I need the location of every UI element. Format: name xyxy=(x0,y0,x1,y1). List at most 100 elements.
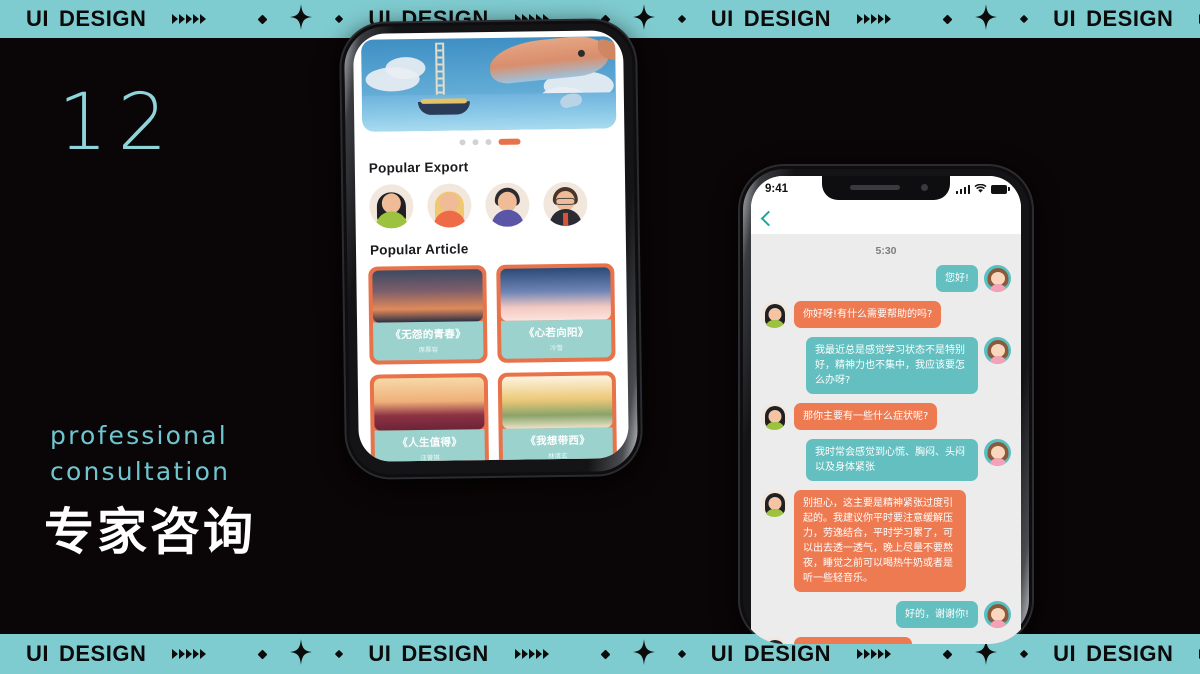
carousel-dot[interactable] xyxy=(471,139,479,146)
chat-bubble[interactable]: 那你主要有一些什么症状呢? xyxy=(794,403,938,430)
slide-canvas: UI DESIGN UI DESIGN UI DESIGN UI DESIGN 12 prof… xyxy=(0,0,1200,674)
article-meta: 《人生值得》 汪曾祺 xyxy=(374,429,486,462)
chat-message: 那你主要有一些什么症状呢? xyxy=(761,403,1011,430)
phone-mockup-chat: 9:41 5:30 您好! 你好呀!有什么需要帮助的吗? 我最近总是感觉学习状态… xyxy=(740,166,1032,644)
boat-icon xyxy=(417,101,471,116)
section-title-popular-export: Popular Export xyxy=(368,159,469,176)
phone-screen-chat: 9:41 5:30 您好! 你好呀!有什么需要帮助的吗? 我最近总是感觉学习状态… xyxy=(751,176,1021,644)
chat-navbar xyxy=(751,202,1021,234)
chat-bubble[interactable]: 我最近总是感觉学习状态不是特别好，精神力也不集中，我应该要怎么办呀? xyxy=(806,337,978,394)
sparkle-star-icon xyxy=(975,3,998,35)
article-card[interactable]: 《无怨的青春》席慕容 xyxy=(368,265,488,365)
chat-avatar-expert xyxy=(761,301,788,328)
banner-unit: UI DESIGN xyxy=(0,638,344,670)
article-author: 席慕容 xyxy=(418,346,439,355)
article-title: 《人生值得》 xyxy=(397,436,463,450)
banner-text: UI DESIGN xyxy=(368,641,489,666)
arrows-icon xyxy=(857,649,892,659)
subtitle-block: professional consultation xyxy=(50,418,230,490)
chat-message: 我最近总是感觉学习状态不是特别好，精神力也不集中，我应该要怎么办呀? xyxy=(761,337,1011,394)
banner-text: UI DESIGN xyxy=(1053,6,1174,31)
article-thumbnail xyxy=(373,377,485,431)
article-meta: 《我想带西》 林清玄 xyxy=(502,427,614,462)
chat-bubble[interactable]: 别担心，这主要是精神紧张过度引起的。我建议你平时要注意缓解压力，劳逸结合，平时学… xyxy=(794,490,966,592)
hero-banner-image[interactable] xyxy=(361,36,617,132)
diamond-icon xyxy=(257,649,268,659)
sparkle-star-icon xyxy=(290,638,313,670)
banner-text: UI DESIGN xyxy=(26,6,147,31)
article-meta: 《心若向阳》 冷雪 xyxy=(501,319,612,359)
chat-message: 别担心，这主要是精神紧张过度引起的。我建议你平时要注意缓解压力，劳逸结合，平时学… xyxy=(761,490,1011,592)
phone-mockup-home: Popular Export Popular Article 《无怨的青春》席慕… xyxy=(340,19,642,479)
chat-avatar-user xyxy=(984,337,1011,364)
chat-avatar-expert xyxy=(761,403,788,430)
banner-text: UI DESIGN xyxy=(26,641,147,666)
carousel-dot[interactable] xyxy=(484,138,492,146)
expert-avatar-4[interactable] xyxy=(543,181,588,227)
arrows-icon xyxy=(857,14,892,24)
phone-screen-home: Popular Export Popular Article 《无怨的青春》席慕… xyxy=(352,30,629,462)
chat-bubble[interactable]: 你好呀!有什么需要帮助的吗? xyxy=(794,301,942,328)
article-card[interactable]: 《我想带西》 林清玄 xyxy=(497,371,618,462)
status-indicators xyxy=(955,184,1010,194)
banner-unit: UI DESIGN xyxy=(342,638,686,670)
chat-message: 您好! xyxy=(761,265,1011,292)
section-title-popular-article: Popular Article xyxy=(369,241,469,258)
chat-message: 不用谢，能帮到你就好 xyxy=(761,637,1011,644)
article-card[interactable]: 《人生值得》 汪曾祺 xyxy=(369,373,490,462)
carousel-dot[interactable] xyxy=(458,139,466,146)
expert-avatar-3[interactable] xyxy=(485,182,530,228)
article-author: 林清玄 xyxy=(548,452,568,461)
front-camera-icon xyxy=(921,184,928,191)
banner-text: UI DESIGN xyxy=(710,6,832,31)
sparkle-star-icon xyxy=(632,3,655,35)
chat-bubble[interactable]: 我时常会感觉到心慌、胸闷、头闷以及身体紧张 xyxy=(806,439,978,481)
banner-unit: UI DESIGN xyxy=(1027,4,1200,35)
sparkle-star-icon xyxy=(290,3,313,35)
status-time: 9:41 xyxy=(765,183,789,195)
carousel-dot[interactable] xyxy=(497,138,521,145)
banner-unit: UI DESIGN xyxy=(1027,639,1200,670)
article-author: 冷雪 xyxy=(549,345,563,353)
chat-thread[interactable]: 5:30 您好! 你好呀!有什么需要帮助的吗? 我最近总是感觉学习状态不是特别好，精… xyxy=(751,234,1021,644)
article-thumbnail xyxy=(500,267,611,321)
article-card[interactable]: 《心若向阳》 冷雪 xyxy=(496,263,616,363)
carousel-dots[interactable] xyxy=(354,137,624,147)
article-thumbnail xyxy=(501,375,613,429)
chat-avatar-user xyxy=(984,601,1011,628)
device-notch xyxy=(822,176,950,200)
chat-bubble[interactable]: 好的，谢谢你! xyxy=(895,601,978,628)
article-thumbnail xyxy=(372,269,484,323)
diamond-icon xyxy=(600,649,611,659)
subtitle-line-2: consultation xyxy=(50,457,231,486)
article-title: 《无怨的青春》 xyxy=(390,328,467,342)
expert-avatar-list xyxy=(369,181,626,229)
chat-bubble[interactable]: 您好! xyxy=(935,265,978,292)
article-title: 《心若向阳》 xyxy=(523,326,589,340)
chat-avatar-expert xyxy=(761,490,788,517)
back-chevron-icon[interactable] xyxy=(760,210,777,226)
expert-avatar-2[interactable] xyxy=(427,183,472,228)
chat-message: 我时常会感觉到心慌、胸闷、头闷以及身体紧张 xyxy=(761,439,1011,481)
page-title: 专家咨询 xyxy=(44,503,256,561)
chat-message: 你好呀!有什么需要帮助的吗? xyxy=(761,301,1011,328)
arrows-icon xyxy=(172,649,207,659)
chat-bubble[interactable]: 不用谢，能帮到你就好 xyxy=(794,637,912,644)
banner-unit: UI DESIGN xyxy=(685,3,1029,35)
banner-text: UI DESIGN xyxy=(710,641,832,666)
speaker-icon xyxy=(850,185,900,190)
chat-avatar-expert xyxy=(761,637,788,644)
arrows-icon xyxy=(514,649,550,659)
sparkle-star-icon xyxy=(632,638,655,670)
diamond-icon xyxy=(257,14,268,24)
arrows-icon xyxy=(172,14,207,24)
expert-avatar-1[interactable] xyxy=(369,184,414,229)
diamond-icon xyxy=(942,649,953,659)
page-number: 12 xyxy=(58,78,178,168)
chat-message: 好的，谢谢你! xyxy=(761,601,1011,628)
banner-unit: UI DESIGN xyxy=(0,3,344,35)
battery-icon xyxy=(991,184,1010,194)
chat-avatar-user xyxy=(984,265,1011,292)
diamond-icon xyxy=(942,14,953,24)
subtitle-line-1: professional xyxy=(50,421,228,450)
